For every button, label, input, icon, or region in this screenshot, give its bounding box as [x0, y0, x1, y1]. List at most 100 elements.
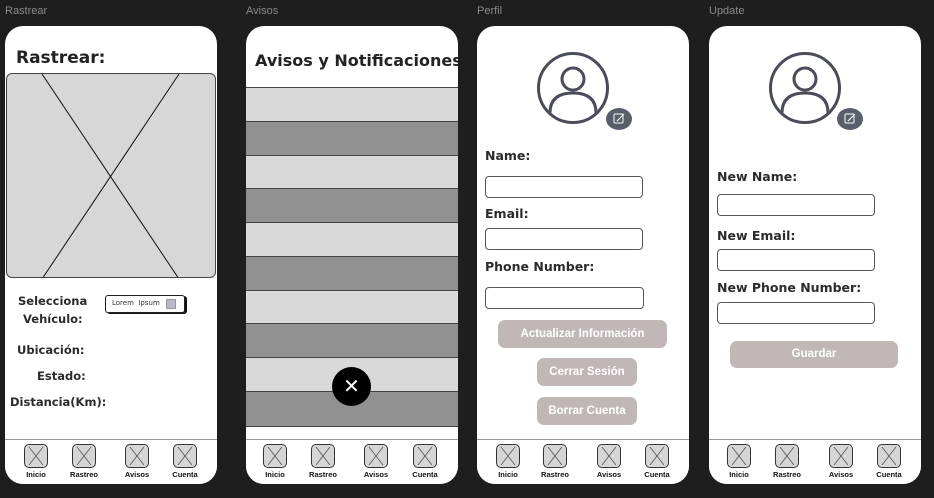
notification-row[interactable] — [246, 256, 458, 291]
home-icon — [263, 444, 287, 468]
new-name-label: New Name: — [717, 169, 798, 184]
map-placeholder[interactable] — [6, 73, 216, 278]
pencil-icon — [844, 113, 856, 124]
save-button[interactable]: Guardar — [730, 341, 898, 368]
placeholder-cross-icon — [41, 74, 180, 277]
page-title: Avisos y Notificaciones: — [255, 51, 458, 70]
nav-label: Avisos — [828, 470, 854, 479]
notification-row[interactable] — [246, 155, 458, 189]
nav-avisos[interactable]: Avisos — [821, 444, 861, 479]
nav-avisos[interactable]: Avisos — [589, 444, 629, 479]
new-phone-field[interactable] — [717, 302, 875, 324]
notification-row[interactable] — [246, 87, 458, 122]
avatar — [769, 52, 841, 124]
bottom-nav: Inicio Rastreo Avisos Cuenta — [477, 439, 689, 484]
estado-label: Estado: — [37, 369, 86, 383]
bottom-nav: Inicio Rastreo Avisos Cuenta — [246, 439, 458, 484]
new-email-field[interactable] — [717, 249, 875, 271]
nav-label: Rastreo — [309, 470, 337, 479]
frame-label-avisos: Avisos — [246, 5, 279, 17]
nav-label: Inicio — [265, 470, 285, 479]
ubicacion-label: Ubicación: — [17, 343, 85, 357]
notification-row[interactable] — [246, 121, 458, 156]
vehicle-select-value: Lorem Ipsum — [112, 299, 160, 307]
account-icon — [877, 444, 901, 468]
nav-rastreo[interactable]: Rastreo — [767, 444, 807, 479]
nav-label: Inicio — [26, 470, 46, 479]
rastrear-screen: Rastrear: Selecciona Vehículo: Lorem Ips… — [5, 26, 217, 484]
phone-field[interactable] — [485, 287, 644, 309]
nav-rastreo[interactable]: Rastreo — [303, 444, 343, 479]
notifications-icon — [364, 444, 388, 468]
nav-inicio[interactable]: Inicio — [255, 444, 295, 479]
page-title: Rastrear: — [16, 48, 106, 68]
nav-label: Avisos — [124, 470, 150, 479]
select-vehicle-label: Selecciona — [18, 294, 88, 308]
user-icon — [780, 66, 830, 114]
new-email-label: New Email: — [717, 228, 796, 243]
nav-cuenta[interactable]: Cuenta — [165, 444, 205, 479]
notification-row[interactable] — [246, 290, 458, 324]
nav-label: Cuenta — [876, 470, 902, 479]
email-label: Email: — [485, 206, 529, 221]
close-icon: ✕ — [343, 374, 360, 398]
bottom-nav: Inicio Rastreo Avisos Cuenta — [5, 439, 217, 484]
nav-inicio[interactable]: Inicio — [719, 444, 759, 479]
notifications-icon — [829, 444, 853, 468]
notifications-icon — [125, 444, 149, 468]
email-field[interactable] — [485, 228, 643, 250]
avatar — [537, 52, 609, 124]
nav-label: Cuenta — [412, 470, 438, 479]
distancia-label: Distancia(Km): — [10, 395, 107, 409]
notifications-icon — [597, 444, 621, 468]
account-icon — [413, 444, 437, 468]
delete-account-button[interactable]: Borrar Cuenta — [537, 397, 637, 425]
nav-label: Rastreo — [541, 470, 569, 479]
home-icon — [24, 444, 48, 468]
nav-cuenta[interactable]: Cuenta — [405, 444, 445, 479]
select-vehicle-label-2: Vehículo: — [23, 312, 83, 326]
home-icon — [727, 444, 751, 468]
vehicle-select[interactable]: Lorem Ipsum — [105, 295, 185, 313]
nav-label: Rastreo — [70, 470, 98, 479]
bottom-nav: Inicio Rastreo Avisos Cuenta — [709, 439, 921, 484]
nav-inicio[interactable]: Inicio — [488, 444, 528, 479]
tracking-icon — [543, 444, 567, 468]
notification-row[interactable] — [246, 188, 458, 223]
frame-label-update: Update — [709, 5, 745, 17]
nav-avisos[interactable]: Avisos — [117, 444, 157, 479]
name-label: Name: — [485, 148, 531, 163]
update-info-button[interactable]: Actualizar Información — [498, 320, 667, 348]
nav-label: Cuenta — [644, 470, 670, 479]
tracking-icon — [775, 444, 799, 468]
account-icon — [645, 444, 669, 468]
name-field[interactable] — [485, 176, 643, 198]
nav-inicio[interactable]: Inicio — [16, 444, 56, 479]
edit-avatar-button[interactable] — [837, 108, 863, 130]
nav-label: Avisos — [596, 470, 622, 479]
home-icon — [496, 444, 520, 468]
nav-cuenta[interactable]: Cuenta — [637, 444, 677, 479]
nav-cuenta[interactable]: Cuenta — [869, 444, 909, 479]
nav-rastreo[interactable]: Rastreo — [535, 444, 575, 479]
nav-label: Cuenta — [172, 470, 198, 479]
avisos-screen: Avisos y Notificaciones: ✕ Inicio Rastre… — [246, 26, 458, 484]
nav-avisos[interactable]: Avisos — [356, 444, 396, 479]
user-icon — [548, 66, 598, 114]
notification-row[interactable] — [246, 222, 458, 257]
close-button[interactable]: ✕ — [332, 367, 371, 406]
chevron-down-icon — [166, 299, 176, 309]
logout-button[interactable]: Cerrar Sesión — [537, 358, 637, 386]
edit-avatar-button[interactable] — [606, 108, 632, 130]
notification-row[interactable] — [246, 323, 458, 358]
tracking-icon — [72, 444, 96, 468]
nav-rastreo[interactable]: Rastreo — [64, 444, 104, 479]
nav-label: Rastreo — [773, 470, 801, 479]
frame-label-perfil: Perfil — [477, 5, 503, 17]
new-phone-label: New Phone Number: — [717, 280, 862, 295]
frame-label-rastrear: Rastrear — [5, 5, 48, 17]
tracking-icon — [311, 444, 335, 468]
nav-label: Inicio — [498, 470, 518, 479]
perfil-screen: Name: Email: Phone Number: Actualizar In… — [477, 26, 689, 484]
new-name-field[interactable] — [717, 194, 875, 216]
